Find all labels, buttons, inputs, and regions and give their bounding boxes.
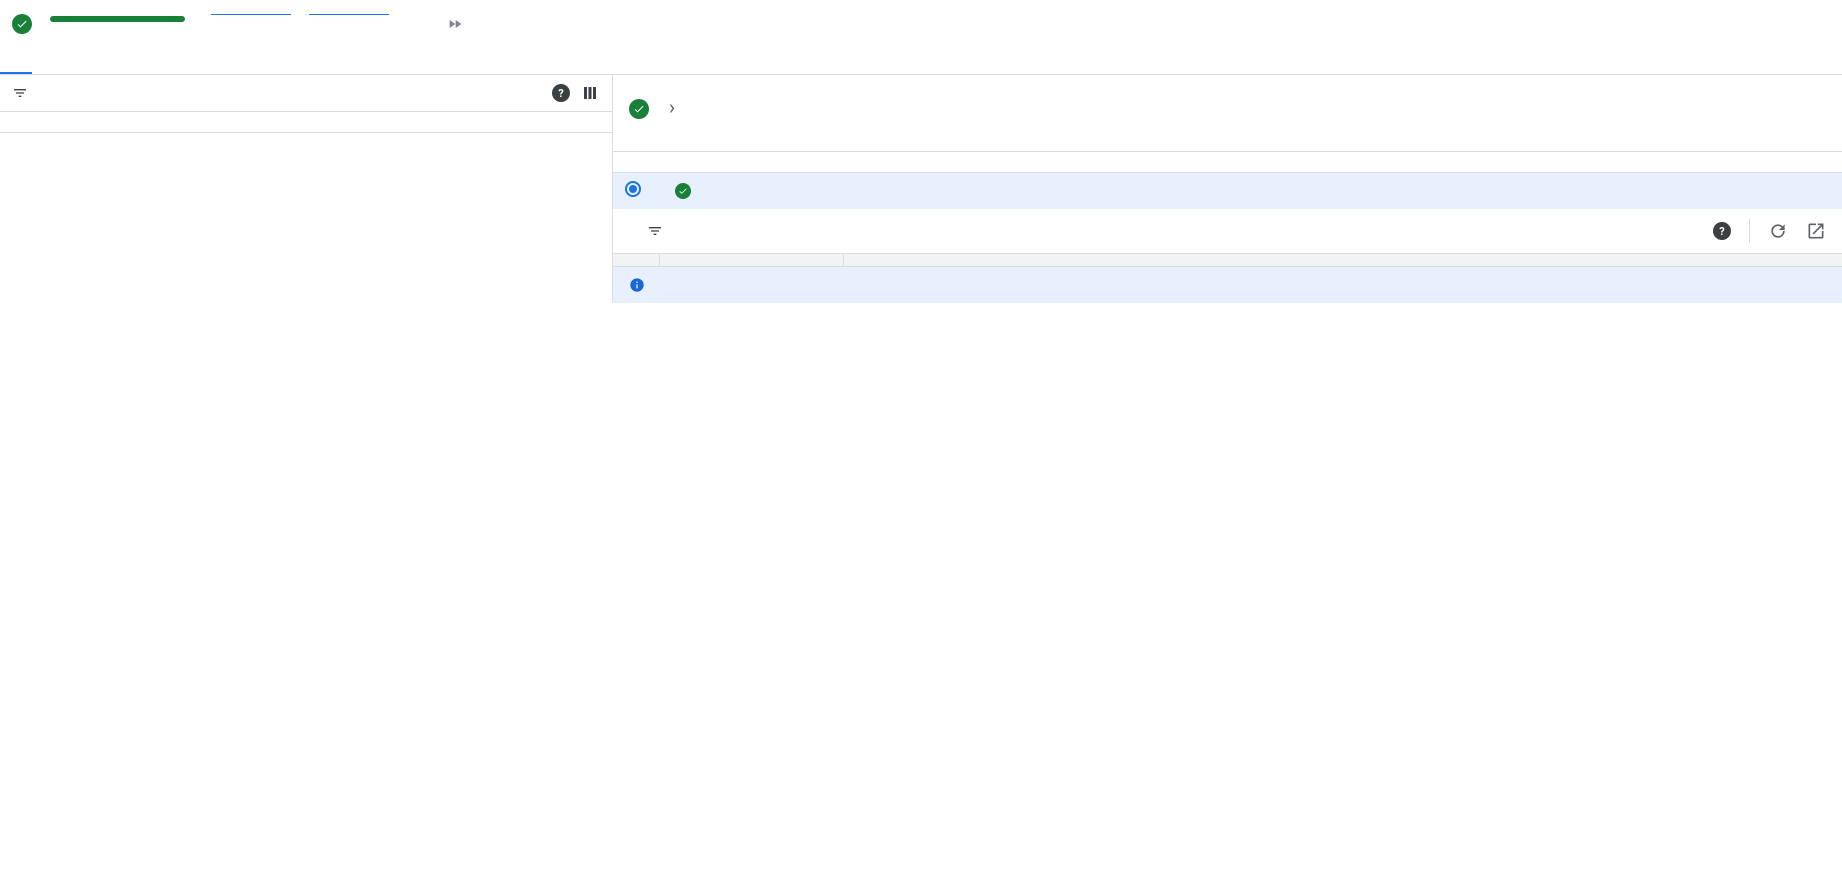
tabs [0, 52, 1842, 75]
phases-table [0, 112, 612, 133]
col-summary [844, 254, 1842, 266]
open-external-icon[interactable] [1806, 221, 1826, 241]
col-completed [498, 112, 612, 133]
success-icon [675, 183, 691, 199]
log-bar: ? [613, 209, 1842, 254]
refresh-icon[interactable] [1768, 221, 1788, 241]
phases-pane: ? [0, 75, 613, 303]
jr-started [1160, 173, 1330, 210]
col-timestamp [659, 254, 844, 266]
detail-status-icon [629, 99, 649, 119]
status-success-icon [12, 14, 32, 34]
info-bar [613, 267, 1842, 303]
jr-col-started [1160, 152, 1330, 173]
jobruns-table [613, 151, 1842, 209]
col-status [154, 112, 268, 133]
jobruns-title [613, 131, 1842, 151]
phases-filter-bar: ? [0, 75, 612, 112]
target-meta [309, 10, 389, 15]
rollout-summary [50, 10, 193, 22]
detail-pane: › [613, 75, 1842, 303]
log-table-header [613, 254, 1842, 267]
release-link[interactable] [211, 14, 291, 15]
chevron-right-icon: › [669, 95, 675, 119]
tab-summary[interactable] [32, 52, 64, 74]
jr-col-duration [1501, 152, 1671, 173]
help-icon[interactable]: ? [552, 84, 570, 102]
breadcrumb: › [661, 95, 683, 119]
release-meta [211, 10, 291, 15]
progress-bar [50, 16, 185, 22]
log-filter-chip[interactable] [647, 223, 667, 239]
detail-header: › [613, 75, 1842, 131]
jr-col-id [990, 152, 1160, 173]
col-duration [383, 112, 497, 133]
jr-completed [1331, 173, 1501, 210]
target-link[interactable] [309, 14, 389, 15]
log-help-icon[interactable]: ? [1713, 222, 1731, 240]
col-severity [613, 254, 659, 266]
filter-chip[interactable] [12, 85, 32, 101]
jobrun-radio[interactable] [625, 181, 641, 197]
log-search-input[interactable] [685, 224, 1695, 239]
main: ? [0, 75, 1842, 303]
jr-col-build [1672, 152, 1842, 173]
jr-duration [1501, 173, 1671, 210]
rollout-header [0, 0, 1842, 34]
filter-input[interactable] [42, 86, 542, 101]
tab-phases[interactable] [0, 52, 32, 74]
column-display-icon[interactable] [580, 83, 600, 103]
col-name [40, 112, 154, 133]
jobrun-row[interactable] [613, 173, 1842, 210]
header-actions [447, 16, 493, 32]
advance-rollout-button[interactable] [447, 16, 469, 32]
jr-col-completed [1331, 152, 1501, 173]
jr-id [990, 173, 1160, 210]
col-started [269, 112, 383, 133]
jr-col-status [663, 152, 990, 173]
